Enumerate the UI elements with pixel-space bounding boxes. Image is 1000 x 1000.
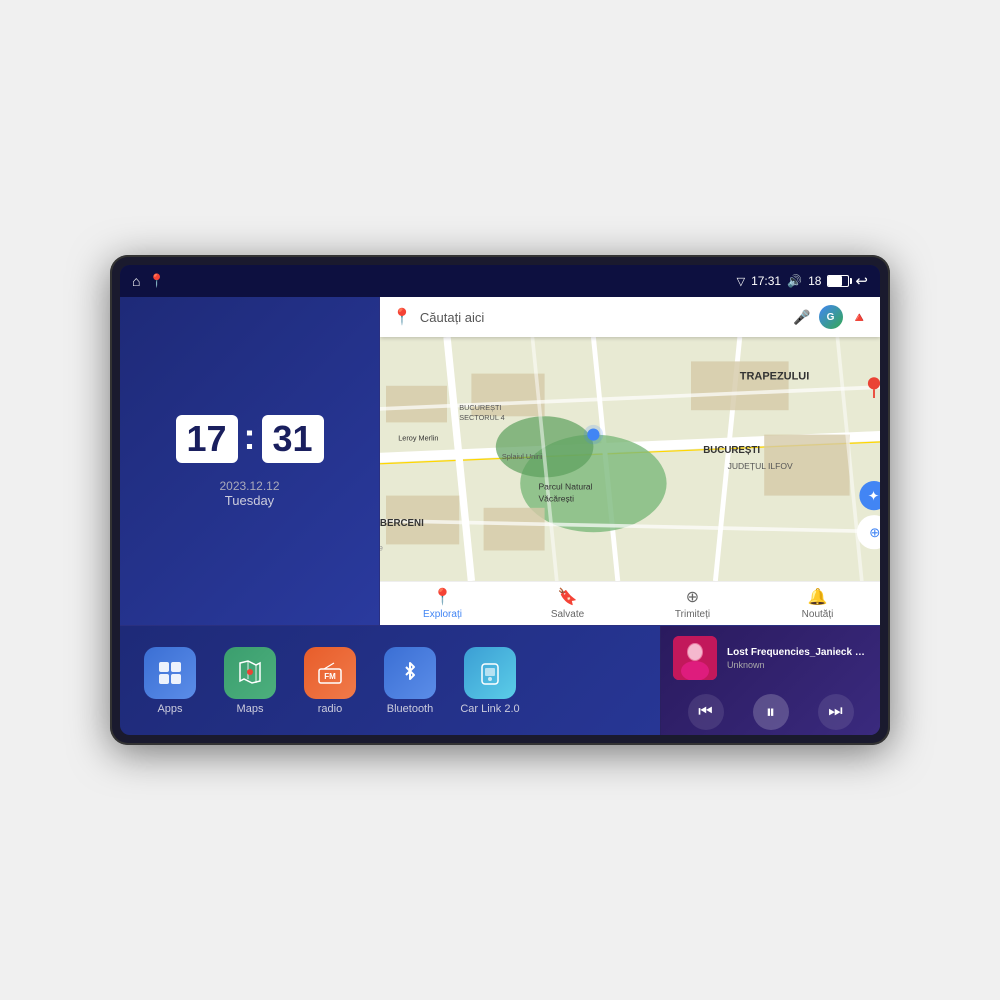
- clock-hours: 17: [186, 418, 226, 459]
- bottom-section: Apps Maps: [120, 625, 880, 735]
- volume-level: 18: [808, 274, 821, 288]
- noutati-label: Noutăți: [802, 609, 834, 620]
- svg-text:SECTORUL 4: SECTORUL 4: [459, 413, 505, 422]
- top-section: 17 : 31 2023.12.12 Tuesday: [120, 297, 880, 625]
- home-icon[interactable]: ⌂: [132, 273, 140, 289]
- music-next-button[interactable]: ⏭: [818, 694, 854, 730]
- salvate-label: Salvate: [551, 609, 584, 620]
- music-prev-button[interactable]: ⏮: [688, 694, 724, 730]
- clock-hours-block: 17: [176, 415, 238, 463]
- svg-text:Leroy Merlin: Leroy Merlin: [398, 434, 438, 443]
- clock-date: 2023.12.12: [219, 479, 279, 493]
- trimiteti-icon: ⊕: [686, 587, 699, 607]
- music-title: Lost Frequencies_Janieck Devy-...: [727, 647, 868, 658]
- clock-widget: 17 : 31 2023.12.12 Tuesday: [120, 297, 380, 625]
- bluetooth-icon: [384, 647, 436, 699]
- volume-icon: 🔊: [787, 274, 802, 288]
- music-info-row: Lost Frequencies_Janieck Devy-... Unknow…: [673, 636, 868, 680]
- status-left: ⌂ 📍: [132, 273, 737, 289]
- map-nav-trimiteti[interactable]: ⊕ Trimiteți: [630, 587, 755, 620]
- status-time: 17:31: [751, 274, 781, 288]
- next-icon: ⏭: [828, 703, 842, 721]
- back-icon[interactable]: ↩: [855, 272, 868, 290]
- map-body[interactable]: TRAPEZULUI BUCUREȘTI JUDEȚUL ILFOV BERCE…: [380, 337, 880, 581]
- music-widget: Lost Frequencies_Janieck Devy-... Unknow…: [660, 626, 880, 735]
- clock-date-area: 2023.12.12 Tuesday: [219, 479, 279, 508]
- apps-icon: [144, 647, 196, 699]
- exploreaza-label: Explorați: [423, 609, 462, 620]
- clock-display: 17 : 31: [176, 415, 324, 463]
- map-pin-icon: 📍: [392, 307, 412, 327]
- app-item-radio[interactable]: FM radio: [296, 647, 364, 715]
- play-icon: ⏸: [766, 702, 775, 723]
- bluetooth-label: Bluetooth: [387, 703, 433, 715]
- music-text: Lost Frequencies_Janieck Devy-... Unknow…: [727, 647, 868, 670]
- svg-text:BUCUREȘTI: BUCUREȘTI: [459, 403, 501, 412]
- status-bar: ⌂ 📍 ▽ 17:31 🔊 18 ↩: [120, 265, 880, 297]
- svg-text:Văcărești: Văcărești: [539, 494, 575, 504]
- map-nav-bar: 📍 Explorați 🔖 Salvate ⊕ Trimiteți 🔔: [380, 581, 880, 625]
- svg-text:BUCUREȘTI: BUCUREȘTI: [703, 445, 760, 456]
- map-search-bar[interactable]: 📍 Căutați aici 🎤 G 🔺: [380, 297, 880, 337]
- clock-colon: :: [244, 419, 256, 455]
- svg-text:JUDEȚUL ILFOV: JUDEȚUL ILFOV: [728, 461, 793, 471]
- map-search-icons: 🎤 G 🔺: [793, 305, 868, 329]
- maps-label: Maps: [237, 703, 264, 715]
- map-nav-salvate[interactable]: 🔖 Salvate: [505, 587, 630, 620]
- clock-minutes-block: 31: [262, 415, 324, 463]
- map-widget: 📍 Căutați aici 🎤 G 🔺: [380, 297, 880, 625]
- svg-text:⊕: ⊕: [869, 525, 880, 540]
- noutati-icon: 🔔: [808, 587, 828, 607]
- battery-indicator: [827, 275, 849, 287]
- music-album-art: [673, 636, 717, 680]
- apps-label: Apps: [157, 703, 182, 715]
- app-item-bluetooth[interactable]: Bluetooth: [376, 647, 444, 715]
- music-controls: ⏮ ⏸ ⏭: [673, 690, 868, 734]
- svg-text:Google: Google: [380, 543, 383, 553]
- svg-text:Parcul Natural: Parcul Natural: [539, 482, 593, 492]
- exploreaza-icon: 📍: [433, 587, 453, 607]
- maps-status-icon[interactable]: 📍: [148, 273, 164, 289]
- radio-label: radio: [318, 703, 342, 715]
- map-search-text[interactable]: Căutați aici: [420, 310, 785, 325]
- main-area: 17 : 31 2023.12.12 Tuesday: [120, 297, 880, 735]
- svg-text:✦: ✦: [868, 488, 879, 503]
- radio-icon: FM: [304, 647, 356, 699]
- map-nav-exploreaza[interactable]: 📍 Explorați: [380, 587, 505, 620]
- car-head-unit: ⌂ 📍 ▽ 17:31 🔊 18 ↩: [110, 255, 890, 745]
- prev-icon: ⏮: [698, 703, 712, 721]
- trimiteti-label: Trimiteți: [675, 609, 710, 620]
- map-nav-noutati[interactable]: 🔔 Noutăți: [755, 587, 880, 620]
- svg-text:TRAPEZULUI: TRAPEZULUI: [740, 371, 809, 383]
- app-item-apps[interactable]: Apps: [136, 647, 204, 715]
- music-artist: Unknown: [727, 660, 868, 670]
- music-play-button[interactable]: ⏸: [753, 694, 789, 730]
- status-right: ▽ 17:31 🔊 18 ↩: [737, 272, 868, 290]
- clock-minutes: 31: [272, 418, 312, 459]
- app-item-carlink[interactable]: Car Link 2.0: [456, 647, 524, 715]
- svg-text:FM: FM: [324, 672, 336, 681]
- clock-day: Tuesday: [219, 493, 279, 508]
- svg-text:Splaiul Unirii: Splaiul Unirii: [502, 452, 543, 461]
- signal-icon: ▽: [737, 275, 745, 288]
- map-user-avatar[interactable]: G: [819, 305, 843, 329]
- map-layers-icon[interactable]: 🔺: [851, 309, 868, 326]
- carlink-icon: [464, 647, 516, 699]
- carlink-label: Car Link 2.0: [460, 703, 519, 715]
- maps-icon: [224, 647, 276, 699]
- screen: ⌂ 📍 ▽ 17:31 🔊 18 ↩: [120, 265, 880, 735]
- music-album-face: [673, 636, 717, 680]
- salvate-icon: 🔖: [558, 587, 578, 607]
- svg-text:BERCENI: BERCENI: [380, 518, 424, 529]
- apps-bar: Apps Maps: [120, 626, 660, 735]
- app-item-maps[interactable]: Maps: [216, 647, 284, 715]
- map-mic-icon[interactable]: 🎤: [793, 309, 810, 326]
